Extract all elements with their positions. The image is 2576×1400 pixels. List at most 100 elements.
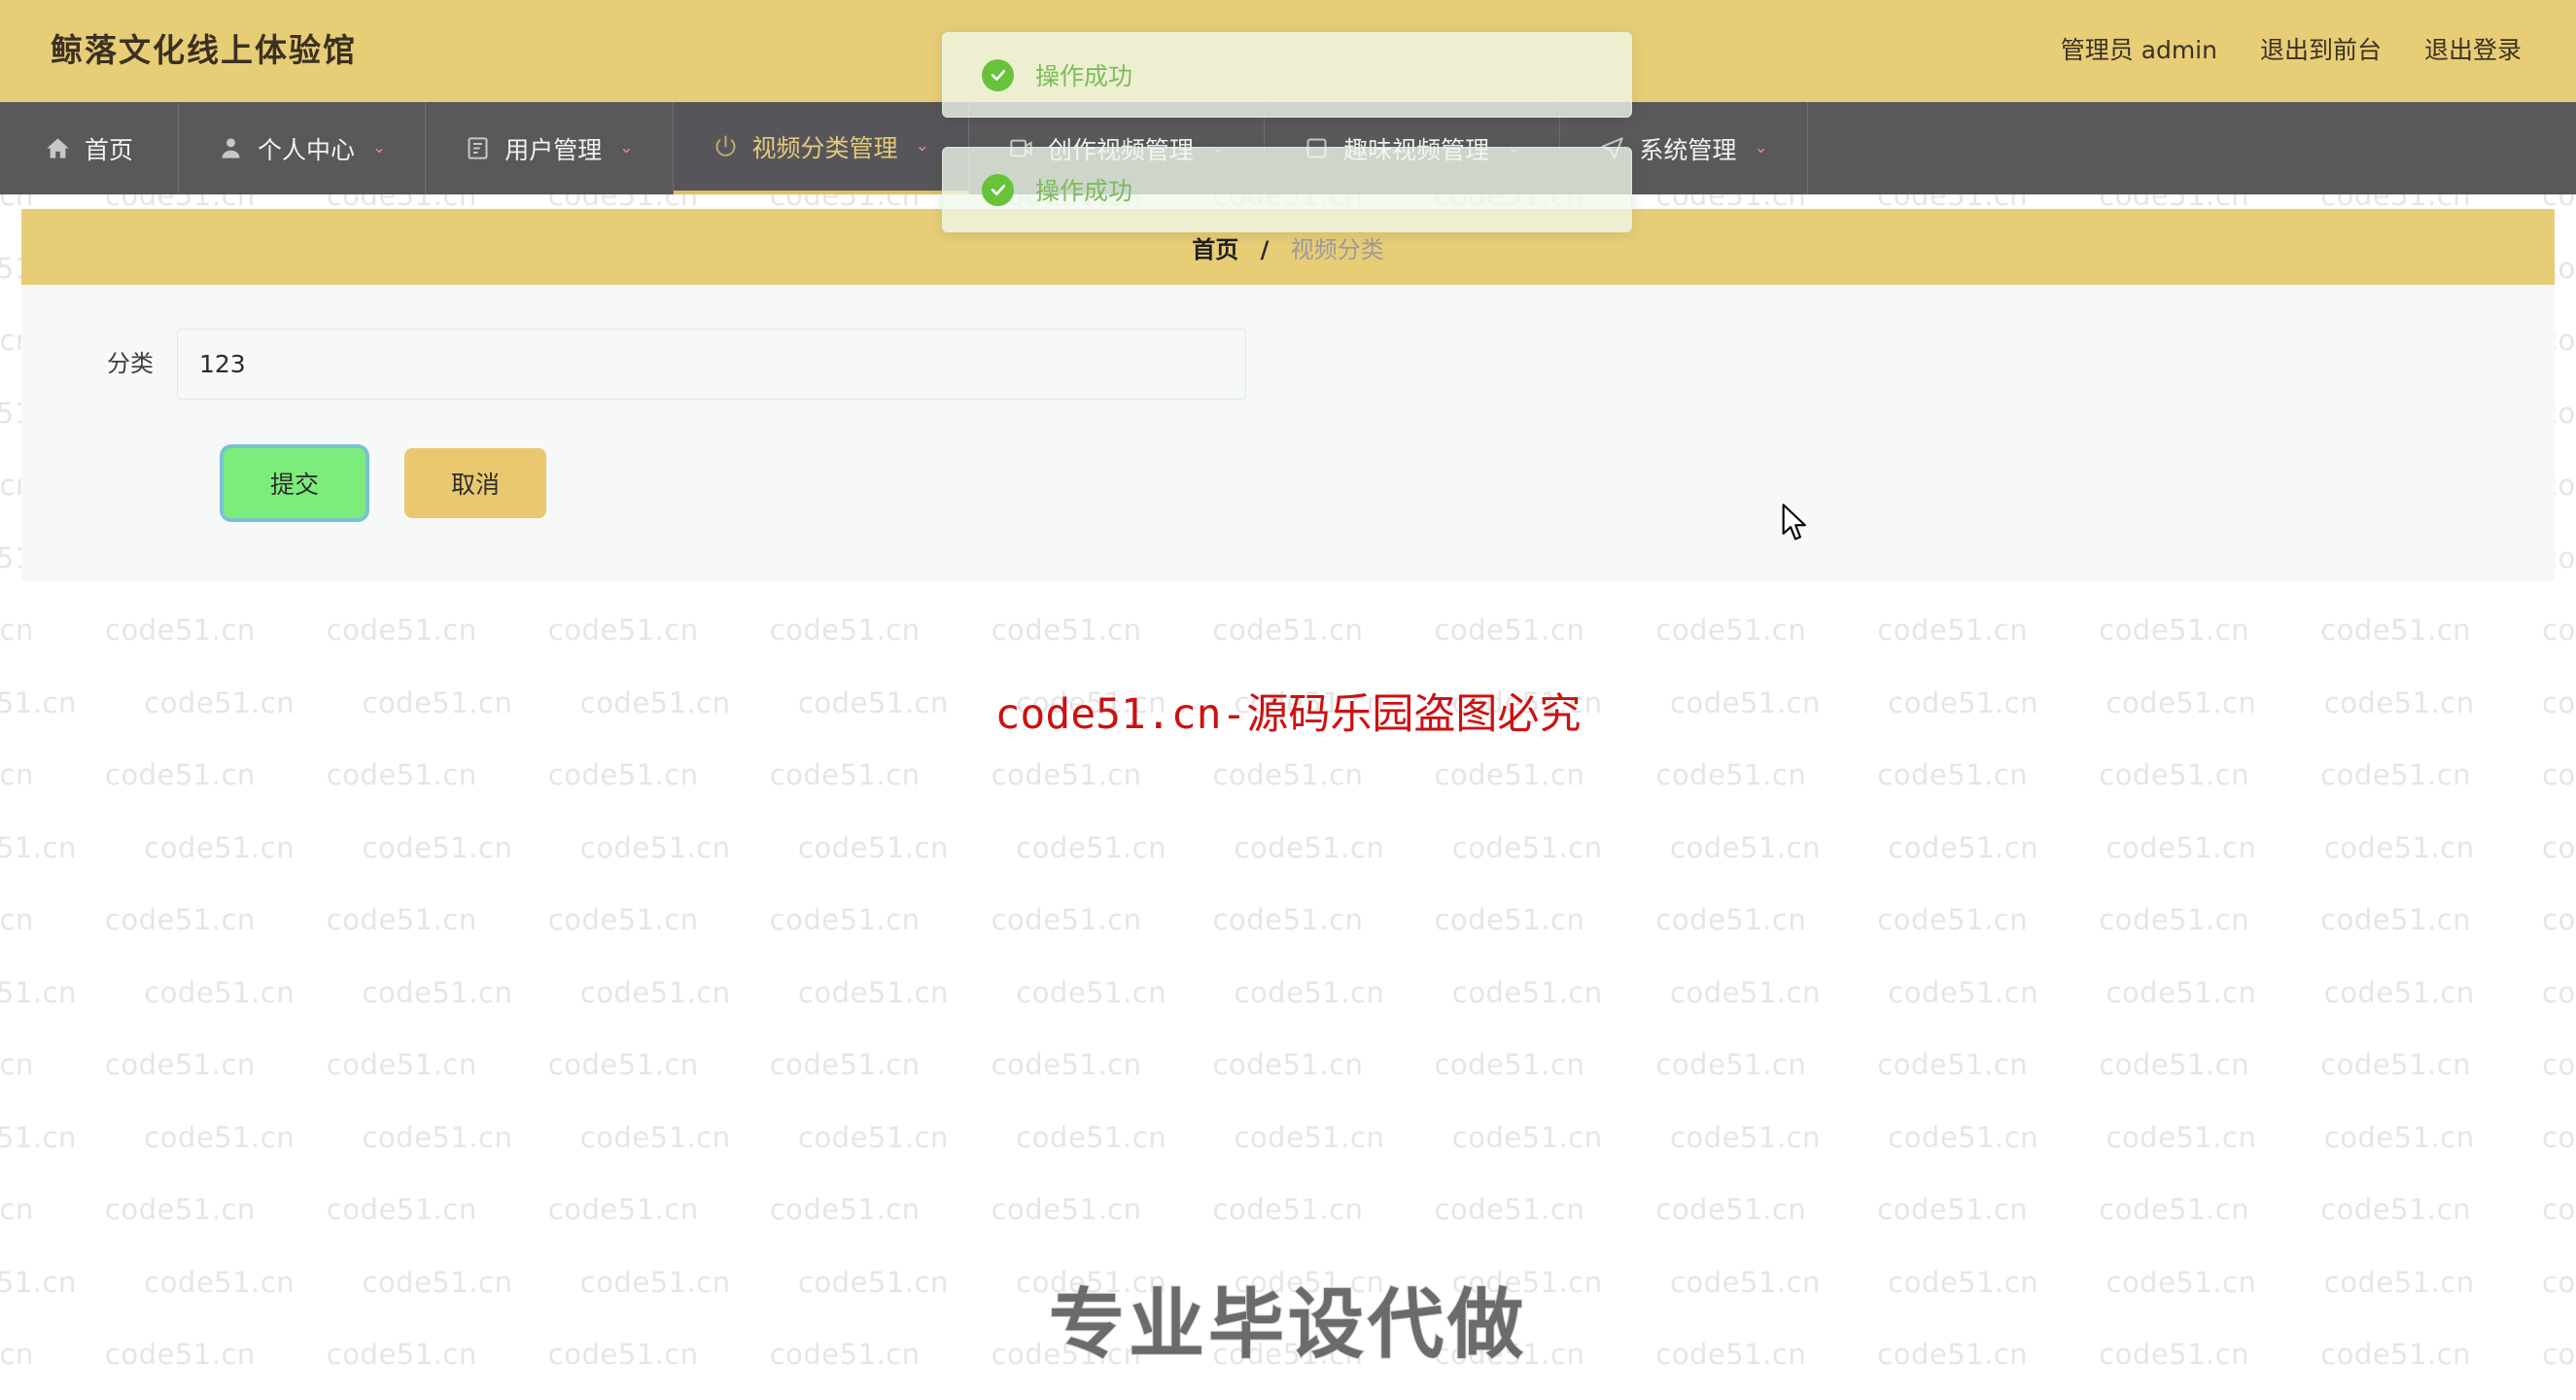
nav-item-0[interactable]: 首页	[0, 102, 180, 194]
watermark-text: code51.cn	[2099, 758, 2250, 791]
watermark-text: code51.cn	[0, 1265, 77, 1299]
watermark-text: code51.cn	[1655, 1338, 1807, 1371]
nav-item-label: 首页	[85, 135, 134, 164]
watermark-row: code51.cn code51.cn code51.cn code51.cn code…	[0, 1193, 2576, 1226]
watermark-text: code51.cn	[547, 1338, 699, 1371]
watermark-text: code51.cn	[798, 685, 949, 719]
watermark-text: code51.cn	[1670, 975, 1821, 1009]
watermark-text: code51.cn	[144, 1120, 296, 1154]
nav-item-label: 个人中心	[258, 135, 356, 164]
toast-notification: 操作成功	[942, 147, 1632, 232]
watermark-text: code51.cn	[1670, 1120, 1821, 1154]
watermark-text: code51.cn	[1877, 1193, 2029, 1226]
header-link-admin-user[interactable]: 管理员 admin	[2061, 31, 2217, 66]
watermark-text: code51.cn	[1655, 903, 1807, 936]
watermark-text: code51.cn	[326, 758, 477, 791]
user-icon	[218, 135, 244, 161]
watermark-text: code51.cn	[104, 1048, 256, 1081]
watermark-text: code51.cn	[326, 1048, 477, 1081]
watermark-text: code51.cn	[1434, 758, 1585, 791]
watermark-text: code51.cn	[1016, 1265, 1167, 1299]
watermark-text: code51.cn	[1212, 1338, 1364, 1371]
watermark-text: code51.cn	[1877, 1048, 2029, 1081]
watermark-text: code51.cn	[1212, 758, 1364, 791]
watermark-text: code51.cn	[1016, 830, 1167, 864]
watermark-text: code51.cn	[1877, 1338, 2029, 1371]
category-label: 分类	[107, 350, 154, 377]
watermark-row: code51.cn code51.cn code51.cn code51.cn code…	[0, 831, 2576, 864]
watermark-text: code51.cn	[798, 975, 949, 1009]
bottom-watermark-text: 专业毕设代做	[1048, 1280, 1527, 1370]
watermark-text: code51.cn	[2323, 1120, 2475, 1154]
watermark-text: code51.cn	[547, 613, 699, 647]
toast-stack: 操作成功 操作成功	[942, 32, 1632, 232]
watermark-text: code51.cn	[362, 830, 513, 864]
watermark-text: code51.cn	[326, 1338, 477, 1371]
watermark-text: code51.cn	[2320, 1048, 2472, 1081]
watermark-text: code51.cn	[579, 685, 731, 719]
watermark-text: code51.cn	[547, 1193, 699, 1226]
watermark-text: code51.cn	[0, 1338, 34, 1371]
watermark-text: code51.cn	[547, 758, 699, 791]
watermark-text: code51.cn	[2320, 1338, 2472, 1371]
watermark-text: code51.cn	[1212, 903, 1364, 936]
toast-message: 操作成功	[1035, 62, 1133, 90]
watermark-text: code51.cn	[1888, 1120, 2039, 1154]
watermark-text: code51.cn	[1655, 613, 1807, 647]
check-circle-icon	[982, 173, 1014, 206]
nav-item-1[interactable]: 个人中心 ⌄	[179, 102, 427, 194]
watermark-text: code51.cn	[104, 1338, 256, 1371]
watermark-text: code51.cn	[991, 903, 1142, 936]
watermark-text: code51.cn	[1212, 1193, 1364, 1226]
submit-button[interactable]: 提交	[224, 448, 366, 518]
check-circle-icon	[982, 58, 1014, 91]
watermark-text: code51.cn	[2106, 1265, 2257, 1299]
watermark-text: code51.cn	[2542, 1338, 2576, 1371]
chevron-down-icon: ⌄	[1754, 138, 1768, 158]
nav-item-3[interactable]: 视频分类管理 ⌄	[673, 102, 969, 194]
watermark-text: code51.cn	[2320, 758, 2472, 791]
form-card: 分类 提交 取消	[21, 285, 2555, 581]
watermark-text: code51.cn	[362, 975, 513, 1009]
watermark-text: code51.cn	[991, 1338, 1142, 1371]
watermark-text: code51.cn	[547, 903, 699, 936]
watermark-text: code51.cn	[2099, 1193, 2250, 1226]
form-buttons: 提交 取消	[224, 448, 546, 518]
watermark-text: code51.cn	[2542, 1193, 2576, 1226]
watermark-text: code51.cn	[579, 830, 731, 864]
watermark-text: code51.cn	[547, 1048, 699, 1081]
watermark-text: code51.cn	[1888, 975, 2039, 1009]
header-link-logout[interactable]: 退出登录	[2424, 31, 2522, 66]
watermark-row: code51.cn code51.cn code51.cn code51.cn code…	[0, 976, 2576, 1009]
nav-item-label: 用户管理	[505, 135, 603, 164]
nav-item-2[interactable]: 用户管理 ⌄	[426, 102, 674, 194]
watermark-text: code51.cn	[0, 1193, 34, 1226]
watermark-row: code51.cn code51.cn code51.cn code51.cn code…	[0, 903, 2576, 936]
category-input[interactable]	[177, 329, 1246, 400]
watermark-text: code51.cn	[769, 758, 921, 791]
chevron-down-icon: ⌄	[372, 138, 387, 158]
breadcrumb-separator: /	[1260, 235, 1270, 263]
watermark-text: code51.cn	[1016, 975, 1167, 1009]
red-watermark-text: code51.cn-源码乐园盗图必究	[994, 690, 1582, 739]
watermark-text: code51.cn	[1451, 975, 1603, 1009]
watermark-text: code51.cn	[362, 1120, 513, 1154]
cancel-button[interactable]: 取消	[404, 448, 546, 518]
watermark-text: code51.cn	[1451, 1120, 1603, 1154]
watermark-text: code51.cn	[104, 1193, 256, 1226]
watermark-text: code51.cn	[1877, 758, 2029, 791]
watermark-text: code51.cn	[798, 830, 949, 864]
watermark-text: code51.cn	[769, 1048, 921, 1081]
watermark-text: code51.cn	[2099, 903, 2250, 936]
breadcrumb-current: 视频分类	[1290, 235, 1384, 263]
watermark-text: code51.cn	[1655, 1193, 1807, 1226]
watermark-text: code51.cn	[0, 758, 34, 791]
watermark-text: code51.cn	[2099, 613, 2250, 647]
home-icon	[45, 135, 71, 161]
watermark-text: code51.cn	[2323, 685, 2475, 719]
watermark-row: code51.cn code51.cn code51.cn code51.cn code…	[0, 613, 2576, 647]
watermark-text: code51.cn	[1212, 1048, 1364, 1081]
watermark-text: code51.cn	[991, 758, 1142, 791]
breadcrumb-root[interactable]: 首页	[1192, 236, 1238, 263]
header-link-back-to-front[interactable]: 退出到前台	[2260, 31, 2382, 66]
